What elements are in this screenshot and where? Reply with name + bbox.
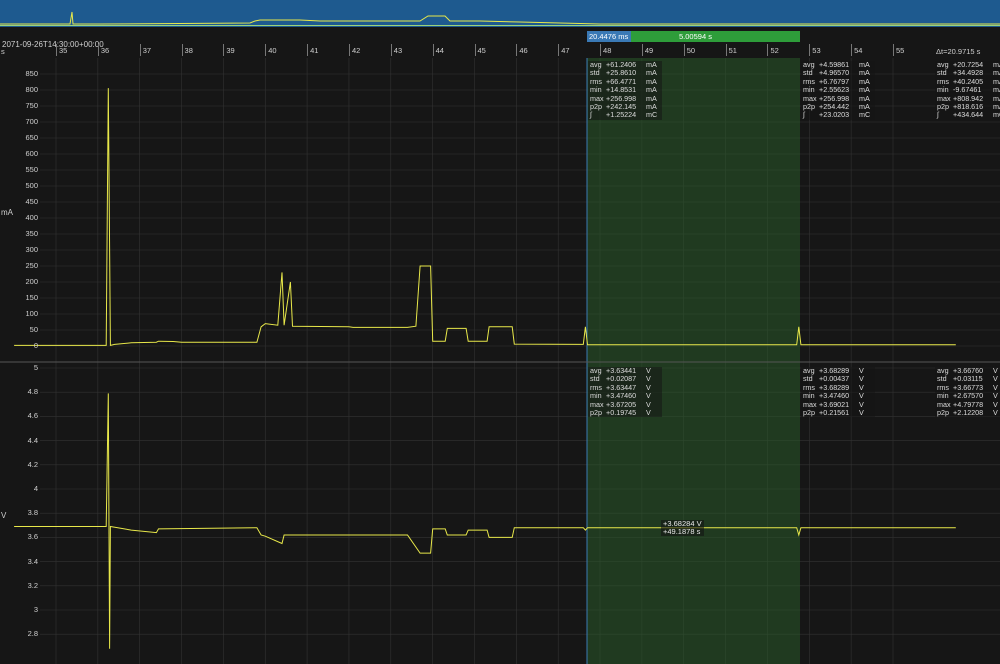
current-y-tick: 550 [25, 165, 38, 174]
current-y-tick: 500 [25, 181, 38, 190]
voltage-y-tick: 3.6 [27, 532, 38, 542]
dt-label: Δt=20.9715 s [936, 47, 981, 56]
current-trace [14, 88, 956, 347]
voltage-y-tick: 3.4 [27, 556, 38, 566]
voltage-y-tick: 3 [33, 605, 38, 614]
cursor-time: +49.1878 s [663, 527, 701, 536]
voltage-y-tick: 4.2 [27, 459, 38, 469]
current-y-tick: 700 [25, 117, 38, 126]
current-y-tick: 400 [25, 213, 38, 222]
current-stats-after: avg +4.59861 mA std +4.96570 mA rms +6.76797 mA m… [801, 60, 875, 120]
voltage-y-tick: 3.8 [27, 508, 38, 518]
current-y-tick: 750 [25, 101, 38, 110]
stat-row: ∫ +1.25224 mC [590, 110, 658, 120]
voltage-y-tick: 5 [33, 363, 38, 372]
delta-marker[interactable]: 20.4476 ms [587, 31, 631, 42]
current-y-tick: 250 [25, 261, 38, 270]
current-y-tick: 50 [29, 325, 38, 334]
voltage-stats-after: avg +3.68289 Vstd +0.00437 Vrms +3.68289 Vmin +… [801, 366, 875, 418]
voltage-stats-total: avg +3.66760 Vstd +0.03115 Vrms +3.66773 Vmin +… [935, 366, 1000, 418]
x-axis[interactable]: 35 36 37 38 39 40 41 42 43 44 45 46 47 48 49 50 51 52 53 54… [0, 44, 1000, 57]
stat-row: ∫ +23.0203 mC [803, 110, 871, 120]
cursor-readout: +3.68284 V +49.1878 s [661, 520, 704, 536]
delta-label: 20.4476 ms [589, 32, 629, 41]
current-y-tick: 600 [25, 149, 38, 158]
stat-row: p2p +2.12208 V [937, 408, 998, 418]
voltage-y-tick: 3.2 [27, 580, 38, 590]
grid-lines [40, 58, 1000, 664]
current-y-tick: 200 [25, 277, 38, 286]
voltage-stats-selection: avg +3.63441 Vstd +0.02087 Vrms +3.63447 Vmin +… [588, 366, 662, 418]
current-stats-total: avg+20.7254mAstd+34.4928mArms+40.2405mAm… [935, 60, 1000, 120]
current-y-tick: 450 [25, 197, 38, 206]
current-y-tick: 100 [25, 309, 38, 318]
voltage-y-tick: 4.8 [27, 387, 38, 397]
current-y-tick: 650 [25, 133, 38, 142]
voltage-trace [14, 393, 956, 649]
voltage-y-tick: 4.4 [27, 435, 38, 445]
selection-duration-label: 5.00594 s [679, 32, 712, 41]
current-y-tick: 150 [25, 293, 38, 302]
stat-row: p2p +0.21561 V [803, 408, 864, 418]
stat-row: p2p +0.19745 V [590, 408, 651, 418]
voltage-y-tick: 4 [33, 484, 38, 493]
current-y-tick: 800 [25, 85, 38, 94]
current-y-tick: 350 [25, 229, 38, 238]
selection-region [587, 58, 800, 664]
stat-row: ∫+434.644mC [937, 110, 1000, 120]
current-y-tick: 300 [25, 245, 38, 254]
current-y-tick: 0 [33, 341, 38, 350]
voltage-y-tick: 2.8 [27, 629, 38, 639]
current-stats-selection: avg +61.2406 mA std +25.8610 mA rms +66.4771 mA m… [588, 60, 662, 120]
voltage-y-tick: 4.6 [27, 411, 38, 421]
current-y-tick: 850 [25, 69, 38, 78]
